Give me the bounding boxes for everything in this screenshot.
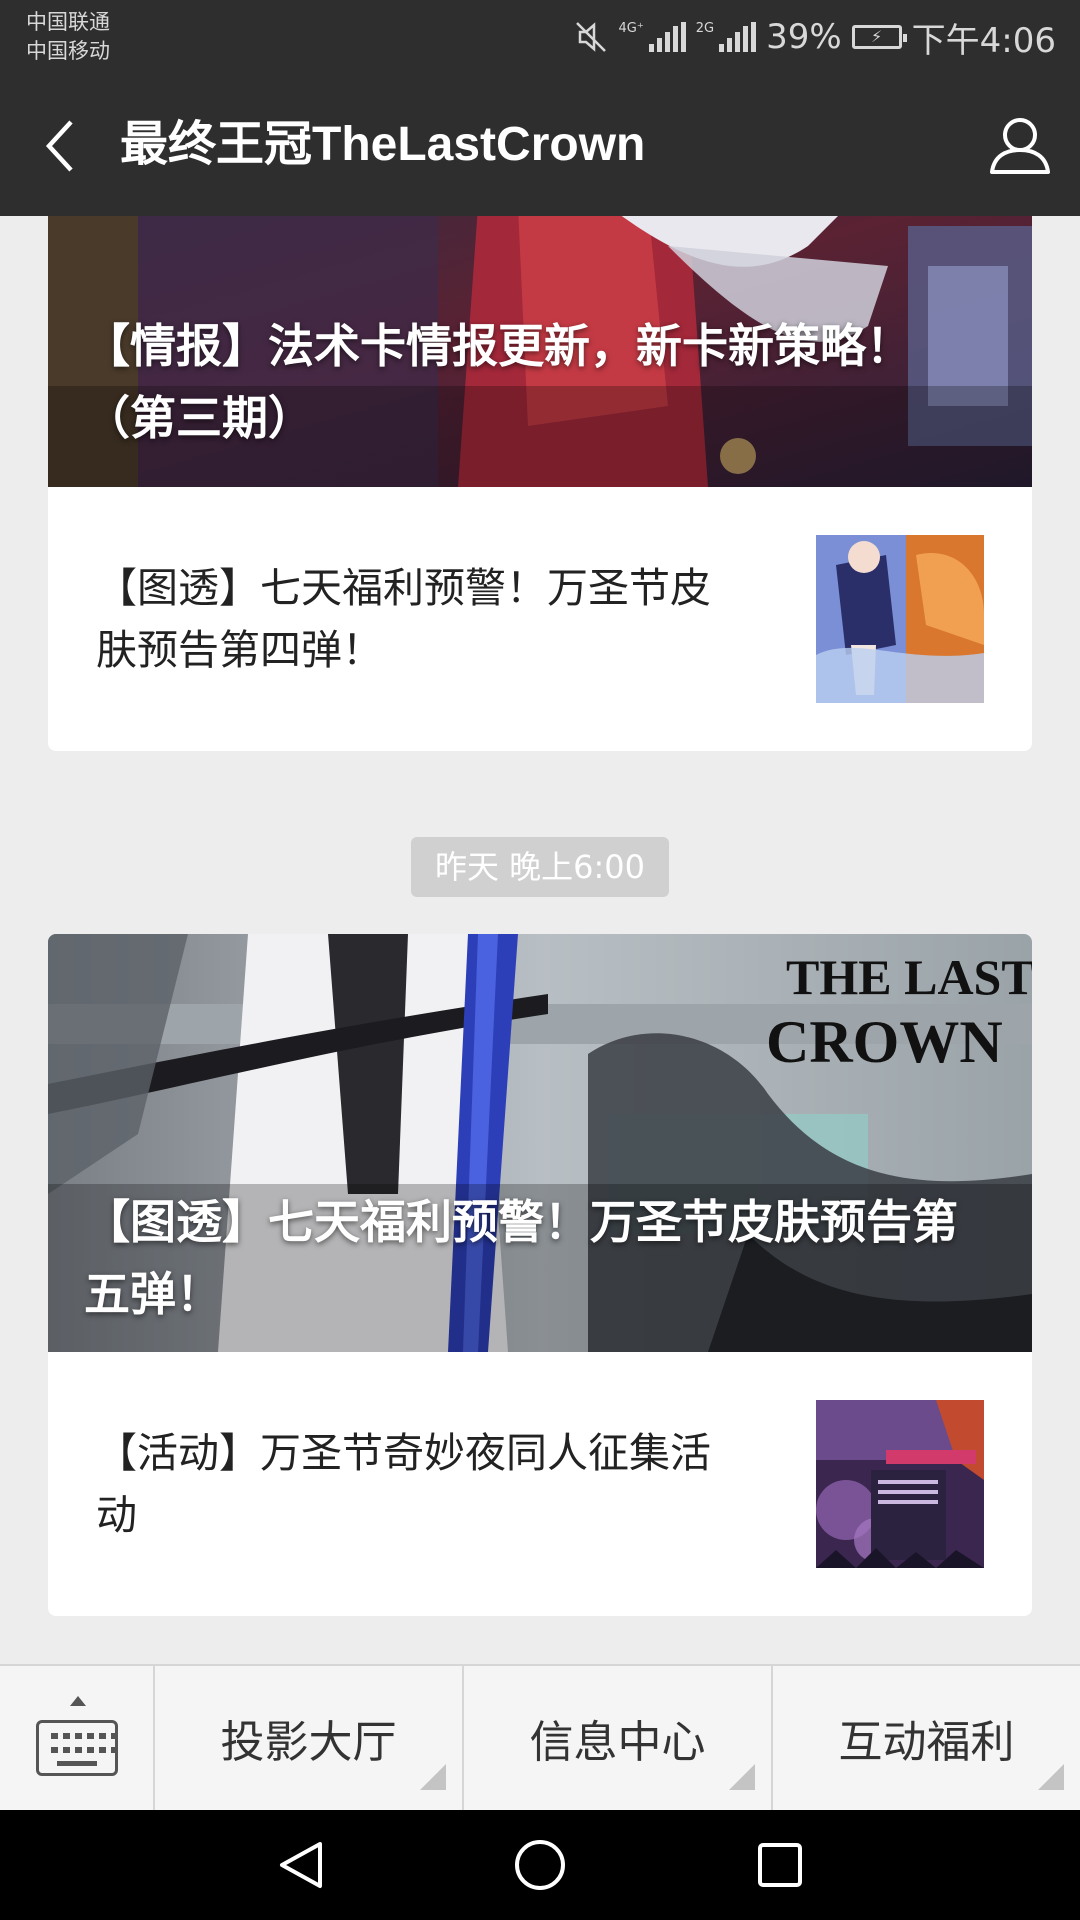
keyboard-icon [36,1720,118,1776]
profile-button[interactable] [984,110,1056,182]
status-bar: 中国联通 中国移动 4G⁺ 2G 39% ⚡ 下午4:06 [0,0,1080,74]
home-circle-icon [515,1840,565,1890]
keyboard-toggle-button[interactable] [0,1666,155,1810]
profile-icon [990,118,1050,174]
nav-home-button[interactable] [495,1832,585,1898]
article-cover[interactable]: THE LAST CROWN 【图透】七天福利预警！万圣节皮肤预告第五弹！ [48,934,1032,1352]
carrier-1: 中国联通 [26,10,110,34]
cover-logo-line-1: THE LAST [786,949,1032,1005]
network-2-label: 2G [695,21,715,36]
status-icons: 4G⁺ 2G 39% ⚡ 下午4:06 [574,12,1056,62]
sub-article-item[interactable]: 【活动】万圣节奇妙夜同人征集活动 [48,1352,1032,1616]
battery-icon: ⚡ [851,25,907,49]
article-cover[interactable]: 【情报】法术卡情报更新，新卡新策略！（第三期） [48,216,1032,487]
message-feed[interactable]: 【情报】法术卡情报更新，新卡新策略！（第三期） 【图透】七天福利预警！万圣节皮肤… [0,216,1080,1664]
sub-article-title: 【活动】万圣节奇妙夜同人征集活动 [96,1429,711,1539]
signal-icon: 2G [695,21,757,52]
menu-item-label: 信息中心 [529,1717,706,1768]
page-title: 最终王冠TheLastCrown [120,118,646,171]
carrier-2: 中国移动 [26,39,110,63]
system-nav-bar [0,1810,1080,1920]
sub-article-thumbnail [816,1400,984,1568]
menu-item-info-center[interactable]: 信息中心 [464,1666,773,1810]
sub-article-item[interactable]: 【图透】七天福利预警！万圣节皮肤预告第四弹！ [48,487,1032,751]
recents-square-icon [758,1843,802,1887]
sub-article-title: 【图透】七天福利预警！万圣节皮肤预告第四弹！ [96,564,711,674]
submenu-indicator-icon [1038,1764,1064,1790]
nav-back-button[interactable] [256,1832,346,1898]
cover-title: 【情报】法术卡情报更新，新卡新策略！（第三期） [84,319,912,445]
mute-icon [576,22,607,52]
clock: 下午4:06 [911,20,1056,61]
article-card: THE LAST CROWN 【图透】七天福利预警！万圣节皮肤预告第五弹！ 【活… [48,934,1032,1616]
bottom-menu: 投影大厅 信息中心 互动福利 [0,1664,1080,1810]
nav-recents-button[interactable] [735,1832,825,1898]
back-button[interactable] [30,108,90,184]
back-arrow-icon [45,120,73,172]
article-card: 【情报】法术卡情报更新，新卡新策略！（第三期） 【图透】七天福利预警！万圣节皮肤… [48,216,1032,751]
submenu-indicator-icon [420,1764,446,1790]
battery-percent: 39% [766,17,842,57]
menu-item-label: 互动福利 [838,1717,1015,1768]
submenu-indicator-icon [729,1764,755,1790]
caret-up-icon [70,1696,86,1706]
signal-icon: 4G⁺ [618,21,686,52]
timestamp-badge: 昨天 晚上6:00 [411,837,669,897]
menu-item-interactive-benefits[interactable]: 互动福利 [773,1666,1080,1810]
back-triangle-icon [280,1842,322,1888]
menu-item-projection-hall[interactable]: 投影大厅 [155,1666,464,1810]
cover-logo-line-2: CROWN [766,1009,1003,1075]
sub-article-thumbnail [816,535,984,703]
cover-title: 【图透】七天福利预警！万圣节皮肤预告第五弹！ [84,1195,958,1321]
menu-item-label: 投影大厅 [220,1717,397,1768]
network-1-label: 4G⁺ [618,21,644,36]
carrier-info: 中国联通 中国移动 [26,8,110,66]
title-bar: 最终王冠TheLastCrown [0,74,1080,216]
